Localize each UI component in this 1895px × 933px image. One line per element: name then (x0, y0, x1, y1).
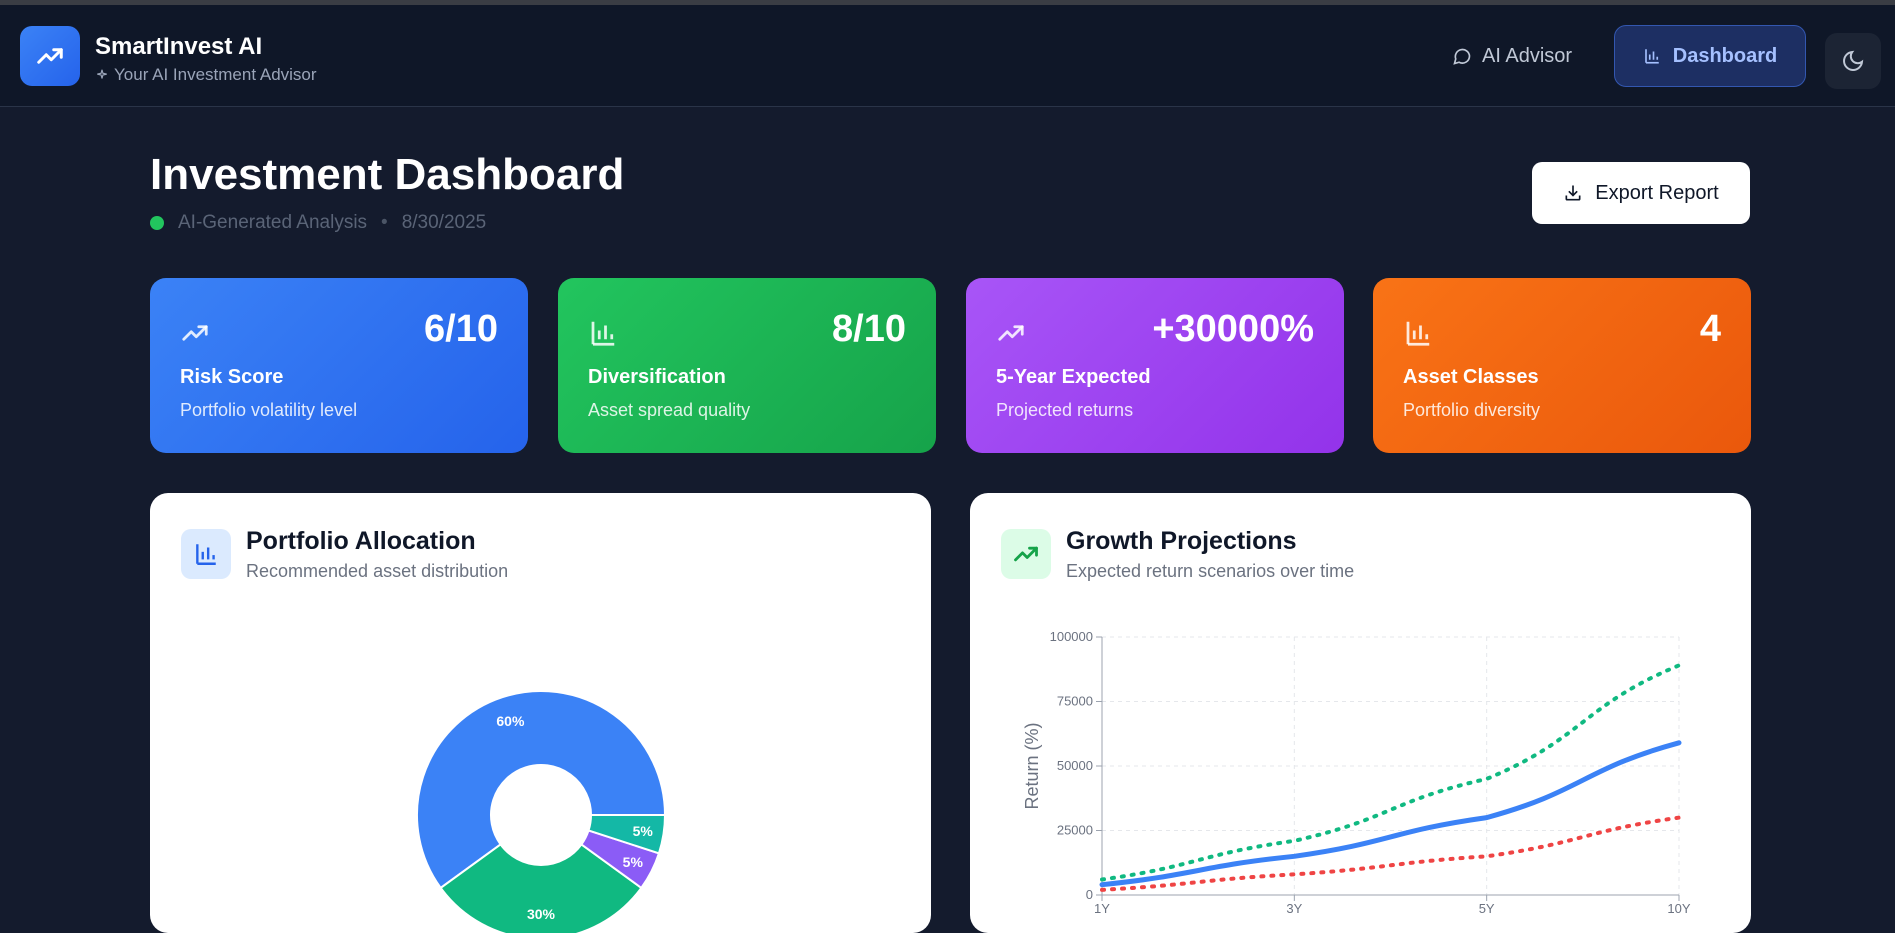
x-tick-label: 5Y (1479, 901, 1495, 916)
asset-classes-card: 4 Asset Classes Portfolio diversity (1373, 278, 1751, 453)
expected-return-label: 5-Year Expected (996, 366, 1151, 388)
diversification-value: 8/10 (832, 308, 906, 350)
analysis-label: AI-Generated Analysis (178, 212, 368, 233)
top-navbar: SmartInvest AI Your AI Investment Adviso… (0, 5, 1895, 107)
bar-chart-icon (1644, 49, 1659, 64)
app-logo[interactable] (20, 26, 80, 86)
analysis-date: 8/30/2025 (401, 212, 487, 233)
series-line[interactable] (1100, 815, 1681, 892)
app-title: SmartInvest AI (95, 33, 263, 60)
donut-slice-label: 60% (496, 713, 525, 729)
donut-slice-label: 30% (527, 906, 556, 922)
download-icon (1565, 185, 1581, 201)
diversification-desc: Asset spread quality (588, 400, 751, 420)
page-title: Investment Dashboard (150, 150, 625, 199)
y-tick-label: 25000 (1057, 823, 1093, 838)
status-dot (150, 216, 164, 230)
x-tick-label: 1Y (1094, 901, 1110, 916)
export-report-button[interactable]: Export Report (1532, 162, 1750, 224)
nav-dashboard-label: Dashboard (1672, 44, 1778, 67)
risk-score-desc: Portfolio volatility level (180, 400, 358, 420)
diversification-label: Diversification (588, 366, 726, 388)
nav-dashboard-button[interactable]: Dashboard (1614, 25, 1806, 87)
asset-classes-label: Asset Classes (1403, 366, 1539, 388)
risk-score-value: 6/10 (424, 308, 498, 350)
meta-separator: • (381, 212, 388, 233)
moon-icon (1843, 50, 1864, 71)
risk-score-label: Risk Score (180, 366, 284, 388)
risk-score-card: 6/10 Risk Score Portfolio volatility lev… (150, 278, 528, 453)
x-tick-label: 3Y (1286, 901, 1302, 916)
app-subtitle: Your AI Investment Advisor (114, 65, 317, 84)
y-axis-label: Return (%) (1022, 722, 1042, 809)
growth-projections-panel: Growth Projections Expected return scena… (970, 493, 1751, 933)
app-subtitle-row: Your AI Investment Advisor (95, 65, 317, 85)
asset-classes-desc: Portfolio diversity (1403, 400, 1541, 420)
series-line[interactable] (1100, 663, 1681, 882)
expected-return-card: +30000% 5-Year Expected Projected return… (966, 278, 1344, 453)
nav-ai-advisor-label: AI Advisor (1482, 44, 1573, 67)
asset-classes-value: 4 (1699, 308, 1721, 350)
diversification-card: 8/10 Diversification Asset spread qualit… (558, 278, 936, 453)
donut-slice-label: 5% (633, 823, 654, 839)
bar-chart-icon (591, 321, 615, 346)
expected-return-value: +30000% (1152, 308, 1314, 350)
growth-line-chart: 0 25000 50000 75000 100000 1Y 3Y 5Y 10Y Return (%… (1022, 629, 1691, 916)
page-meta: AI-Generated Analysis • 8/30/2025 (150, 212, 486, 234)
trending-up-icon (37, 48, 63, 64)
sparkles-icon (97, 69, 107, 79)
donut-slice-label: 5% (623, 854, 644, 870)
y-tick-label: 50000 (1057, 758, 1093, 773)
bar-chart-icon (1406, 321, 1430, 346)
trending-up-icon (182, 325, 208, 341)
theme-toggle-button[interactable] (1825, 33, 1881, 89)
portfolio-allocation-panel: Portfolio Allocation Recommended asset d… (150, 493, 931, 933)
y-tick-label: 0 (1086, 887, 1093, 902)
y-tick-label: 100000 (1050, 629, 1093, 644)
nav-ai-advisor-button[interactable]: AI Advisor (1440, 35, 1584, 77)
chat-bubble-icon (1453, 48, 1471, 65)
export-report-label: Export Report (1595, 181, 1719, 204)
expected-return-desc: Projected returns (996, 400, 1134, 420)
y-tick-label: 75000 (1057, 694, 1093, 709)
x-tick-label: 10Y (1667, 901, 1690, 916)
trending-up-icon (998, 325, 1024, 341)
allocation-donut-chart: 60% 30% 5% 5% (416, 690, 667, 933)
